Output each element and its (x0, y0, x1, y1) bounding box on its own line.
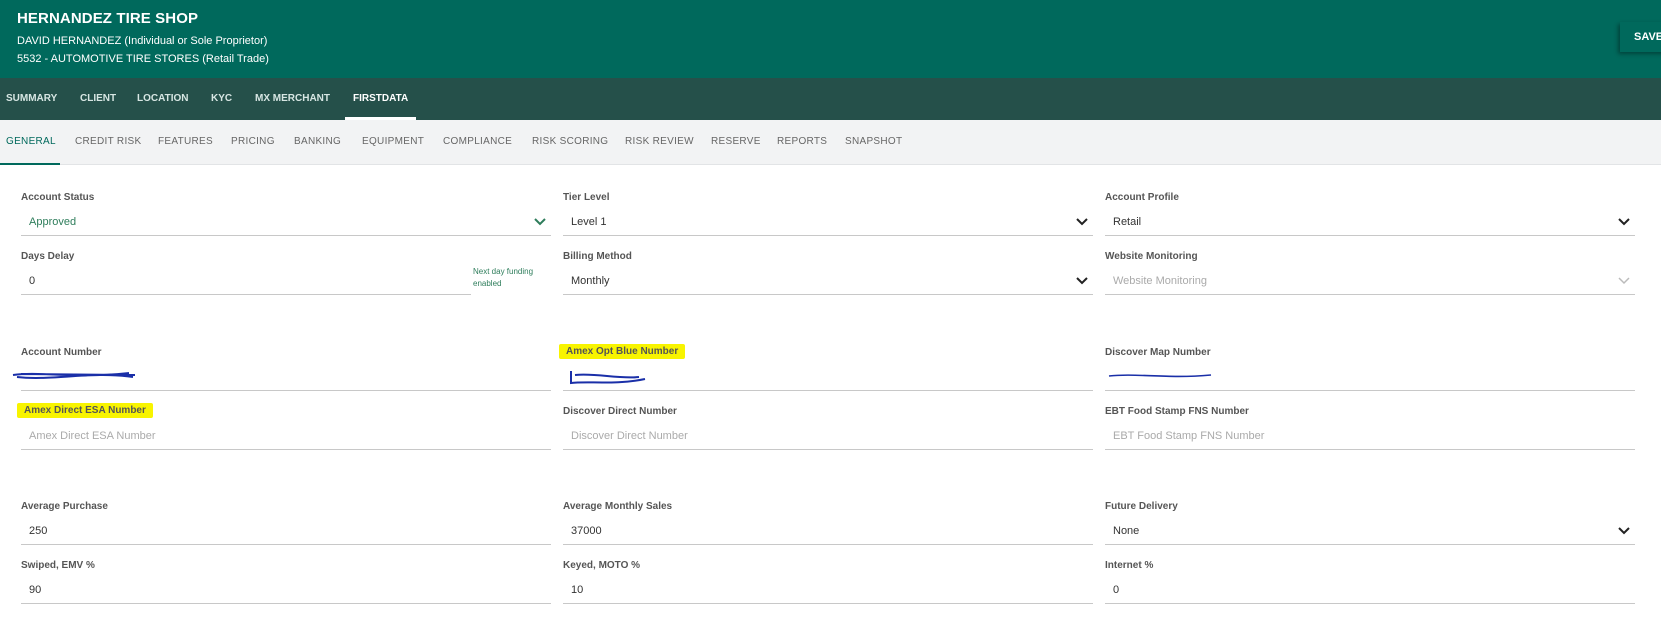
billing-method-field: Billing Method Monthly (563, 251, 1093, 299)
billing-method-select[interactable]: Monthly (563, 267, 1093, 295)
future-delivery-select[interactable]: None (1105, 517, 1635, 545)
amex-direct-esa-input[interactable]: Amex Direct ESA Number (21, 422, 551, 450)
discover-map-field: Discover Map Number (1105, 347, 1635, 395)
subtab-reserve[interactable]: RESERVE (711, 120, 761, 164)
discover-direct-field: Discover Direct Number Discover Direct N… (563, 406, 1093, 454)
future-delivery-field: Future Delivery None (1105, 501, 1635, 549)
subtab-snapshot[interactable]: SNAPSHOT (845, 120, 902, 164)
subtab-general[interactable]: GENERAL (0, 120, 60, 165)
amex-opt-blue-field: Amex Opt Blue Number (559, 344, 1093, 395)
average-purchase-input[interactable]: 250 (21, 517, 551, 545)
amex-direct-esa-label: Amex Direct ESA Number (17, 403, 153, 418)
swiped-emv-label: Swiped, EMV % (21, 560, 95, 571)
tab-kyc[interactable]: KYC (211, 78, 232, 120)
tab-mx-merchant[interactable]: MX MERCHANT (255, 78, 330, 120)
future-delivery-label: Future Delivery (1105, 501, 1178, 512)
app-header: HERNANDEZ TIRE SHOP DAVID HERNANDEZ (Ind… (0, 0, 1661, 78)
subtab-banking[interactable]: BANKING (294, 120, 341, 164)
average-monthly-sales-input[interactable]: 37000 (563, 517, 1093, 545)
tier-level-select[interactable]: Level 1 (563, 208, 1093, 236)
account-status-label: Account Status (21, 192, 95, 203)
subtab-equipment[interactable]: EQUIPMENT (362, 120, 424, 164)
days-delay-input[interactable]: 0 (21, 267, 471, 295)
website-monitoring-field: Website Monitoring Website Monitoring (1105, 251, 1635, 299)
account-profile-field: Account Profile Retail (1105, 192, 1635, 240)
merchant-title: HERNANDEZ TIRE SHOP (17, 10, 199, 27)
account-status-field: Account Status Approved (21, 192, 551, 240)
redaction-scribble (1108, 374, 1212, 378)
account-number-label: Account Number (21, 347, 102, 358)
days-delay-field: Days Delay 0 Next day funding enabled (21, 251, 551, 299)
tier-level-label: Tier Level (563, 192, 610, 203)
ebt-fns-input[interactable]: EBT Food Stamp FNS Number (1105, 422, 1635, 450)
average-purchase-field: Average Purchase 250 (21, 501, 551, 549)
amex-direct-esa-field: Amex Direct ESA Number Amex Direct ESA N… (17, 403, 551, 454)
discover-map-label: Discover Map Number (1105, 347, 1211, 358)
discover-direct-input[interactable]: Discover Direct Number (563, 422, 1093, 450)
subtab-reports[interactable]: REPORTS (777, 120, 827, 164)
primary-nav: SUMMARY CLIENT LOCATION KYC MX MERCHANT … (0, 78, 1661, 120)
chevron-down-icon (1076, 277, 1088, 285)
keyed-moto-input[interactable]: 10 (563, 576, 1093, 604)
merchant-mcc: 5532 - AUTOMOTIVE TIRE STORES (Retail Tr… (17, 53, 269, 65)
subtab-risk-review[interactable]: RISK REVIEW (625, 120, 694, 164)
internet-pct-field: Internet % 0 (1105, 560, 1635, 608)
average-purchase-label: Average Purchase (21, 501, 108, 512)
account-profile-label: Account Profile (1105, 192, 1179, 203)
internet-pct-label: Internet % (1105, 560, 1154, 571)
redaction-scribble (12, 372, 136, 379)
billing-method-label: Billing Method (563, 251, 632, 262)
ebt-fns-label: EBT Food Stamp FNS Number (1105, 406, 1249, 417)
average-monthly-sales-field: Average Monthly Sales 37000 (563, 501, 1093, 549)
account-profile-select[interactable]: Retail (1105, 208, 1635, 236)
swiped-emv-field: Swiped, EMV % 90 (21, 560, 551, 608)
keyed-moto-field: Keyed, MOTO % 10 (563, 560, 1093, 608)
subtab-risk-scoring[interactable]: RISK SCORING (532, 120, 608, 164)
keyed-moto-label: Keyed, MOTO % (563, 560, 641, 571)
tab-client[interactable]: CLIENT (80, 78, 116, 120)
redaction-scribble (570, 371, 646, 385)
amex-opt-blue-label: Amex Opt Blue Number (559, 344, 686, 359)
tab-location[interactable]: LOCATION (137, 78, 188, 120)
account-number-field: Account Number (12, 347, 551, 395)
website-monitoring-select[interactable]: Website Monitoring (1105, 267, 1635, 295)
subtab-features[interactable]: FEATURES (158, 120, 213, 164)
tab-firstdata[interactable]: FIRSTDATA (344, 78, 417, 120)
internet-pct-input[interactable]: 0 (1105, 576, 1635, 604)
secondary-nav: GENERAL CREDIT RISK FEATURES PRICING BAN… (0, 120, 1661, 165)
website-monitoring-label: Website Monitoring (1105, 251, 1198, 262)
chevron-down-icon (1076, 218, 1088, 226)
chevron-down-icon (534, 218, 546, 226)
next-day-funding-note: Next day funding enabled (473, 267, 534, 288)
subtab-pricing[interactable]: PRICING (231, 120, 275, 164)
subtab-credit-risk[interactable]: CREDIT RISK (75, 120, 141, 164)
subtab-compliance[interactable]: COMPLIANCE (443, 120, 512, 164)
merchant-owner: DAVID HERNANDEZ (Individual or Sole Prop… (17, 35, 268, 47)
average-monthly-sales-label: Average Monthly Sales (563, 501, 673, 512)
days-delay-label: Days Delay (21, 251, 75, 262)
tier-level-field: Tier Level Level 1 (563, 192, 1093, 240)
discover-direct-label: Discover Direct Number (563, 406, 677, 417)
chevron-down-icon (1618, 527, 1630, 535)
swiped-emv-input[interactable]: 90 (21, 576, 551, 604)
ebt-fns-field: EBT Food Stamp FNS Number EBT Food Stamp… (1105, 406, 1635, 454)
tab-summary[interactable]: SUMMARY (6, 78, 57, 120)
save-button[interactable]: SAVE (1620, 22, 1661, 52)
account-status-select[interactable]: Approved (21, 208, 551, 236)
chevron-down-icon (1618, 218, 1630, 226)
chevron-down-icon (1618, 277, 1630, 285)
